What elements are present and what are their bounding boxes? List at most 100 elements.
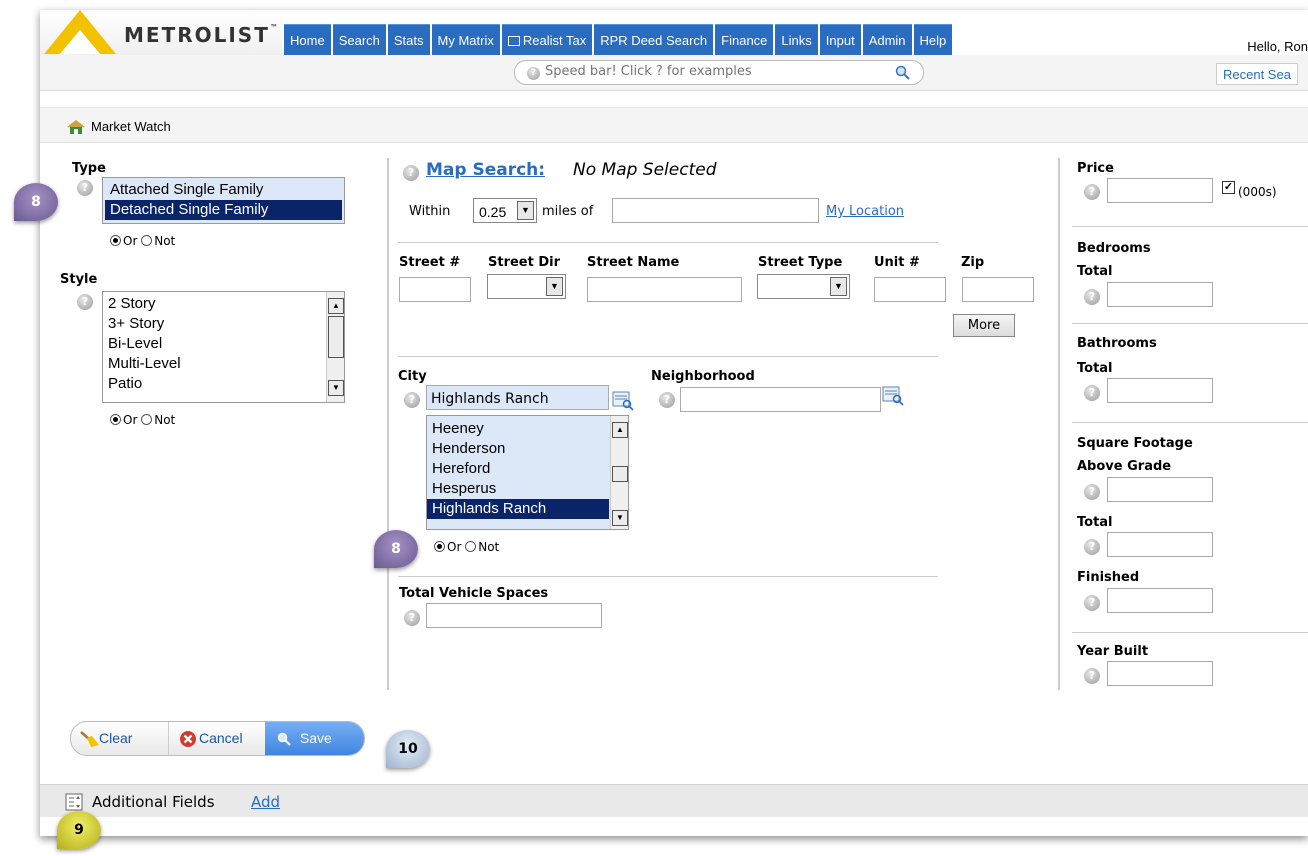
lookup-list-icon[interactable]	[612, 391, 634, 411]
recent-searches-button[interactable]: Recent Sea	[1216, 63, 1298, 85]
city-input[interactable]: Highlands Ranch	[426, 385, 609, 410]
year-built-input[interactable]	[1107, 661, 1213, 686]
help-icon[interactable]: ?	[1084, 385, 1100, 401]
nav-input[interactable]: Input	[819, 24, 861, 55]
street-type-select[interactable]: ▼	[757, 274, 850, 299]
scroll-thumb[interactable]	[612, 466, 628, 482]
help-icon[interactable]: ?	[1084, 595, 1100, 611]
style-listbox[interactable]: 2 Story 3+ Story Bi-Level Multi-Level Pa…	[102, 291, 345, 403]
sqft-finished-input[interactable]	[1107, 588, 1213, 613]
type-or-not: Or Not	[110, 234, 175, 248]
scroll-down-arrow-icon[interactable]: ▼	[328, 380, 344, 396]
help-icon[interactable]: ?	[403, 165, 419, 181]
city-listbox[interactable]: Heeney Henderson Hereford Hesperus Highl…	[426, 415, 629, 530]
scroll-up-arrow-icon[interactable]: ▲	[328, 298, 344, 314]
nav-finance[interactable]: Finance	[715, 24, 774, 55]
type-listbox[interactable]: Attached Single Family Detached Single F…	[102, 177, 345, 224]
nav-links[interactable]: Links	[775, 24, 818, 55]
help-icon[interactable]: ?	[1084, 289, 1100, 305]
scroll-thumb[interactable]	[328, 316, 344, 358]
nav-admin[interactable]: Admin	[862, 24, 912, 55]
scrollbar[interactable]: ▲ ▼	[610, 416, 628, 529]
sqft-above-input[interactable]	[1107, 477, 1213, 502]
list-item[interactable]: Multi-Level	[103, 354, 344, 374]
radio-or[interactable]	[434, 541, 445, 552]
unit-label: Unit #	[874, 255, 920, 270]
bedrooms-input[interactable]	[1107, 282, 1213, 307]
nav-search[interactable]: Search	[332, 24, 386, 55]
unit-input[interactable]	[874, 277, 946, 302]
save-button[interactable]: Save	[265, 722, 364, 755]
style-or-not: Or Not	[110, 413, 175, 427]
location-input[interactable]	[612, 198, 819, 223]
help-icon[interactable]: ?	[77, 180, 93, 196]
divider	[1058, 158, 1060, 690]
logo-text: METROLIST™	[124, 23, 280, 47]
my-location-link[interactable]: My Location	[826, 204, 904, 219]
radio-or[interactable]	[110, 414, 121, 425]
dropdown-arrow-icon[interactable]: ▼	[517, 201, 534, 220]
nav-my-matrix[interactable]: My Matrix	[431, 24, 500, 55]
list-item[interactable]: 2 Story	[103, 294, 344, 314]
list-item[interactable]: Bi-Level	[103, 334, 344, 354]
lookup-list-icon[interactable]	[882, 386, 904, 406]
cancel-button[interactable]: Cancel	[171, 722, 265, 755]
help-icon[interactable]: ?	[404, 392, 420, 408]
app-window: METROLIST™ Home Search Stats My Matrix R…	[40, 10, 1308, 836]
radio-not[interactable]	[465, 541, 477, 552]
speed-bar-input[interactable]	[545, 64, 875, 79]
zip-input[interactable]	[962, 277, 1034, 302]
nav-rpr-deed-search[interactable]: RPR Deed Search	[594, 24, 714, 55]
bathrooms-input[interactable]	[1107, 378, 1213, 403]
map-search-link[interactable]: Map Search:	[426, 160, 545, 180]
radio-not[interactable]	[141, 414, 153, 425]
sqft-total-input[interactable]	[1107, 532, 1213, 557]
street-num-input[interactable]	[399, 277, 471, 302]
main-nav: Home Search Stats My Matrix Realist Tax …	[284, 24, 954, 55]
help-icon[interactable]: ?	[1084, 484, 1100, 500]
list-item[interactable]: Hereford	[427, 459, 628, 479]
list-item[interactable]: Heeney	[427, 419, 628, 439]
speed-bar[interactable]: ?	[514, 60, 924, 85]
help-icon[interactable]: ?	[1084, 668, 1100, 684]
price-input[interactable]	[1107, 178, 1213, 203]
list-item[interactable]: 3+ Story	[103, 314, 344, 334]
dropdown-arrow-icon[interactable]: ▼	[830, 277, 847, 296]
help-icon[interactable]: ?	[1084, 184, 1100, 200]
help-icon[interactable]: ?	[527, 67, 540, 80]
scrollbar[interactable]: ▲ ▼	[326, 292, 344, 402]
help-icon[interactable]: ?	[404, 610, 420, 626]
scroll-down-arrow-icon[interactable]: ▼	[612, 510, 628, 526]
neighborhood-input[interactable]	[680, 387, 881, 412]
street-name-input[interactable]	[587, 277, 742, 302]
magnifier-icon[interactable]	[895, 65, 911, 81]
street-dir-select[interactable]: ▼	[487, 274, 566, 299]
radio-or[interactable]	[110, 235, 121, 246]
list-item[interactable]: Patio	[103, 374, 344, 394]
nav-help[interactable]: Help	[913, 24, 953, 55]
price-thousands-checkbox[interactable]: ✓	[1222, 181, 1235, 194]
page-header: Market Watch	[40, 107, 1308, 143]
sqft-above-label: Above Grade	[1077, 459, 1172, 474]
bathrooms-total-label: Total	[1077, 361, 1113, 376]
help-icon[interactable]: ?	[1084, 539, 1100, 555]
more-button[interactable]: More	[953, 314, 1015, 337]
radio-not[interactable]	[141, 235, 153, 246]
nav-home[interactable]: Home	[284, 24, 331, 55]
nav-stats[interactable]: Stats	[387, 24, 430, 55]
list-item[interactable]: Attached Single Family	[105, 180, 342, 200]
nav-realist-tax[interactable]: Realist Tax	[501, 24, 593, 55]
list-item-selected[interactable]: Detached Single Family	[105, 200, 342, 220]
radio-not-label: Not	[154, 413, 176, 427]
miles-select[interactable]: 0.25 ▼	[473, 198, 537, 223]
help-icon[interactable]: ?	[77, 294, 93, 310]
add-fields-link[interactable]: Add	[251, 793, 280, 811]
clear-button[interactable]: Clear	[77, 722, 169, 755]
help-icon[interactable]: ?	[659, 392, 675, 408]
list-item[interactable]: Hesperus	[427, 479, 628, 499]
list-item-selected[interactable]: Highlands Ranch	[427, 499, 609, 519]
list-item[interactable]: Henderson	[427, 439, 628, 459]
vehicle-input[interactable]	[426, 603, 602, 628]
scroll-up-arrow-icon[interactable]: ▲	[612, 422, 628, 438]
dropdown-arrow-icon[interactable]: ▼	[546, 277, 563, 296]
